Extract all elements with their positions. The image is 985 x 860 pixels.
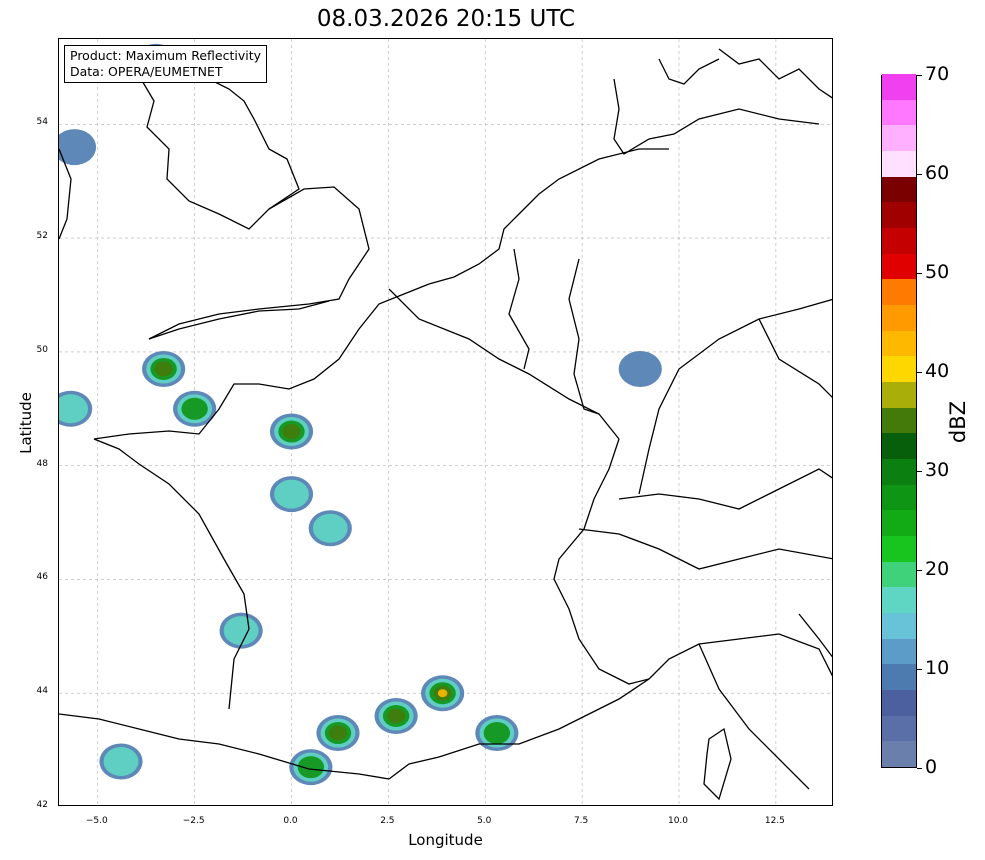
colorbar-segment xyxy=(882,561,916,588)
x-tick-label: 2.5 xyxy=(380,816,395,826)
x-tick-label: 12.5 xyxy=(764,816,785,826)
x-tick-label: −5.0 xyxy=(85,816,108,826)
y-axis-label: Latitude xyxy=(17,392,35,454)
colorbar-segment xyxy=(882,638,916,665)
colorbar-segment xyxy=(882,740,916,767)
colorbar-tick-label: 60 xyxy=(925,162,950,184)
colorbar-segment xyxy=(882,509,916,536)
colorbar-tick-label: 40 xyxy=(925,360,950,382)
x-tick-label: −2.5 xyxy=(182,816,205,826)
x-tick-label: 7.5 xyxy=(573,816,589,826)
radar-map xyxy=(58,38,833,806)
product-info-box: Product: Maximum Reflectivity Data: OPER… xyxy=(64,45,268,83)
colorbar-segment xyxy=(882,253,916,280)
colorbar-segment xyxy=(882,535,916,562)
precipitation-cell xyxy=(282,424,301,440)
colorbar-segment xyxy=(882,407,916,434)
colorbar-tick-label: 30 xyxy=(925,459,950,481)
colorbar-segment xyxy=(882,484,916,511)
x-tick-label: 5.0 xyxy=(477,816,492,826)
precipitation-cell xyxy=(59,129,97,166)
y-tick-label: 46 xyxy=(36,572,48,583)
colorbar-segment xyxy=(882,304,916,331)
colorbar-segment xyxy=(882,355,916,382)
colorbar-segment xyxy=(882,381,916,408)
precipitation-cell xyxy=(181,397,208,420)
y-tick-label: 50 xyxy=(36,344,48,355)
map-canvas xyxy=(59,39,832,805)
y-tick-label: 54 xyxy=(36,117,48,128)
colorbar-segment xyxy=(882,73,916,100)
colorbar-segment xyxy=(882,176,916,203)
x-tick-label: 0.0 xyxy=(283,816,298,826)
precipitation-cell xyxy=(154,361,173,377)
precipitation-cell xyxy=(618,350,662,387)
colorbar-segment xyxy=(882,458,916,485)
colorbar-segment xyxy=(882,689,916,716)
colorbar-segment xyxy=(882,330,916,357)
colorbar-segment xyxy=(882,586,916,613)
colorbar-segment xyxy=(882,201,916,228)
colorbar-segment xyxy=(882,663,916,690)
colorbar-segment xyxy=(882,612,916,639)
colorbar-tick-label: 50 xyxy=(925,261,950,283)
precipitation-cell xyxy=(387,708,406,724)
map-title: 08.03.2026 20:15 UTC xyxy=(316,6,576,32)
colorbar-tick-label: 70 xyxy=(925,63,950,85)
colorbar-segment xyxy=(882,150,916,177)
precipitation-cell xyxy=(329,725,347,741)
precipitation-cell xyxy=(103,746,139,776)
colorbar-segment xyxy=(882,99,916,126)
colorbar xyxy=(881,73,917,768)
precipitation-layer xyxy=(59,43,662,786)
colorbar-tick-label: 20 xyxy=(925,558,950,580)
precipitation-cell xyxy=(483,722,511,745)
precipitation-cell xyxy=(312,513,348,543)
colorbar-segment xyxy=(882,715,916,742)
colorbar-tick-label: 0 xyxy=(925,756,938,778)
colorbar-segment xyxy=(882,432,916,459)
data-source-label: Data: OPERA/EUMETNET xyxy=(70,64,223,79)
y-tick-label: 42 xyxy=(36,800,48,810)
x-tick-label: 10.0 xyxy=(667,816,689,826)
y-tick-label: 44 xyxy=(36,686,48,697)
colorbar-label: dBZ xyxy=(946,400,971,444)
colorbar-segment xyxy=(882,124,916,151)
precipitation-cell xyxy=(274,479,309,509)
precipitation-cell xyxy=(223,616,259,646)
colorbar-segment xyxy=(882,278,916,305)
precipitation-cell xyxy=(437,689,448,698)
y-tick-label: 52 xyxy=(36,231,48,242)
x-axis-label: Longitude xyxy=(408,831,483,849)
product-label: Product: Maximum Reflectivity xyxy=(70,48,262,63)
colorbar-segment xyxy=(882,227,916,254)
colorbar-tick-label: 10 xyxy=(925,657,950,679)
